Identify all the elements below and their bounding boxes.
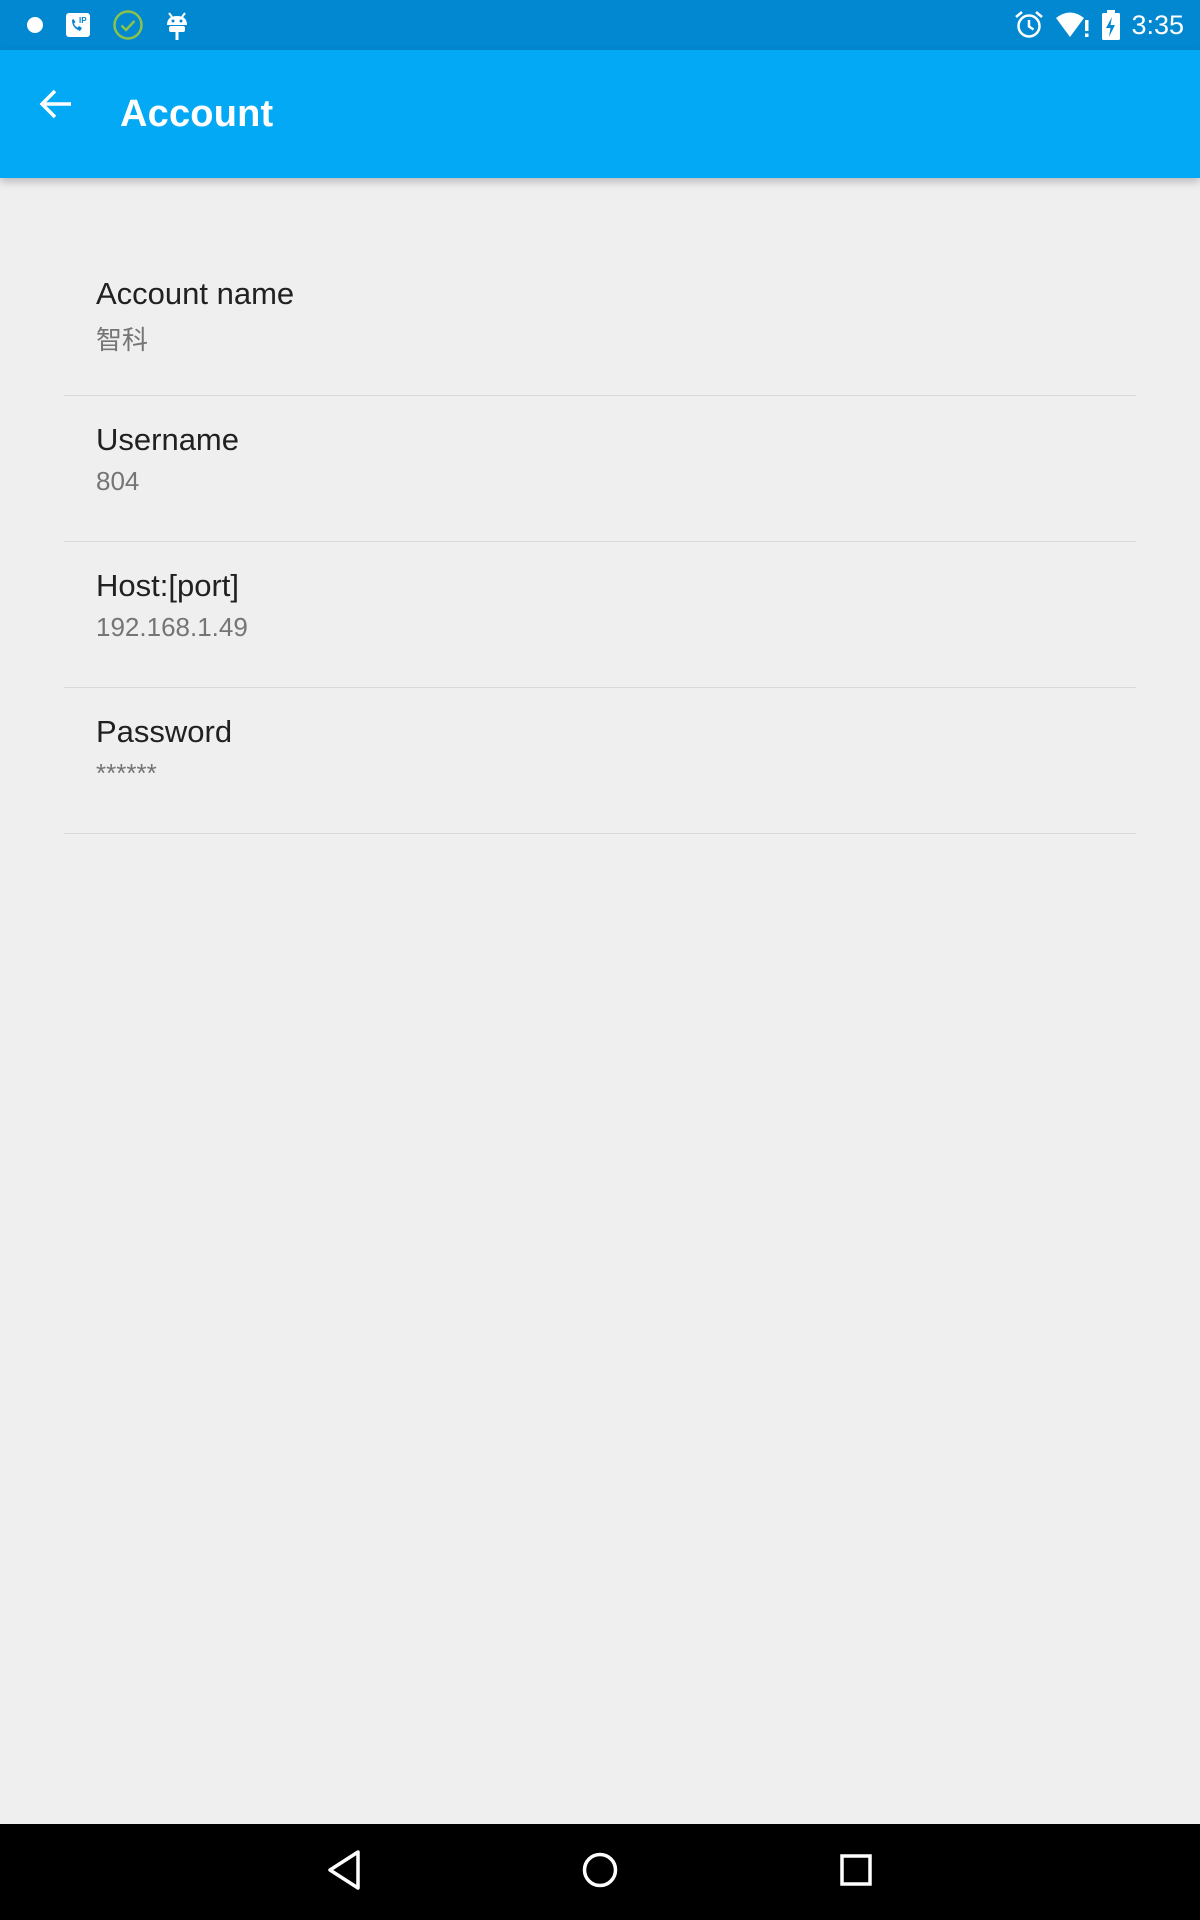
svg-text:IP: IP [79, 16, 87, 25]
page-title: Account [120, 93, 274, 135]
preference-title: Host:[port] [96, 568, 239, 603]
preference-summary: 智科 [96, 325, 149, 355]
status-bar-notifications: IP [26, 0, 210, 50]
android-debug-icon [164, 9, 190, 41]
preference-account-name[interactable]: Account name 智科 [64, 250, 1136, 396]
check-circle-icon [112, 9, 144, 41]
preference-title: Password [96, 714, 233, 749]
preference-summary: ****** [96, 758, 157, 788]
arrow-back-icon [38, 86, 74, 126]
preference-summary: 192.168.1.49 [96, 612, 248, 642]
wifi-alert-icon [1055, 10, 1091, 40]
preference-title: Account name [96, 276, 295, 311]
sip-phone-icon: IP [64, 11, 92, 39]
preference-host-port[interactable]: Host:[port] 192.168.1.49 [64, 542, 1136, 688]
back-triangle-icon [324, 1848, 364, 1896]
back-button[interactable] [24, 74, 88, 138]
preference-summary: 804 [96, 466, 140, 496]
status-time: 3:35 [1131, 9, 1184, 40]
preference-password[interactable]: Password ****** [64, 688, 1136, 834]
home-circle-icon [580, 1850, 620, 1894]
preference-title: Username [96, 422, 239, 457]
battery-charging-icon [1101, 9, 1121, 41]
status-bar-system: 3:35 [1003, 0, 1184, 50]
recents-square-icon [838, 1852, 874, 1892]
nav-recents-button[interactable] [828, 1844, 884, 1900]
status-bar: IP 3:35 [0, 0, 1200, 50]
preference-list: Account name 智科 Username 804 Host:[port]… [64, 250, 1136, 834]
nav-back-button[interactable] [316, 1844, 372, 1900]
nav-home-button[interactable] [572, 1844, 628, 1900]
navigation-bar [0, 1824, 1200, 1920]
app-bar: Account [0, 50, 1200, 178]
alarm-icon [1013, 9, 1045, 41]
preference-username[interactable]: Username 804 [64, 396, 1136, 542]
notification-dot-icon [26, 16, 44, 34]
